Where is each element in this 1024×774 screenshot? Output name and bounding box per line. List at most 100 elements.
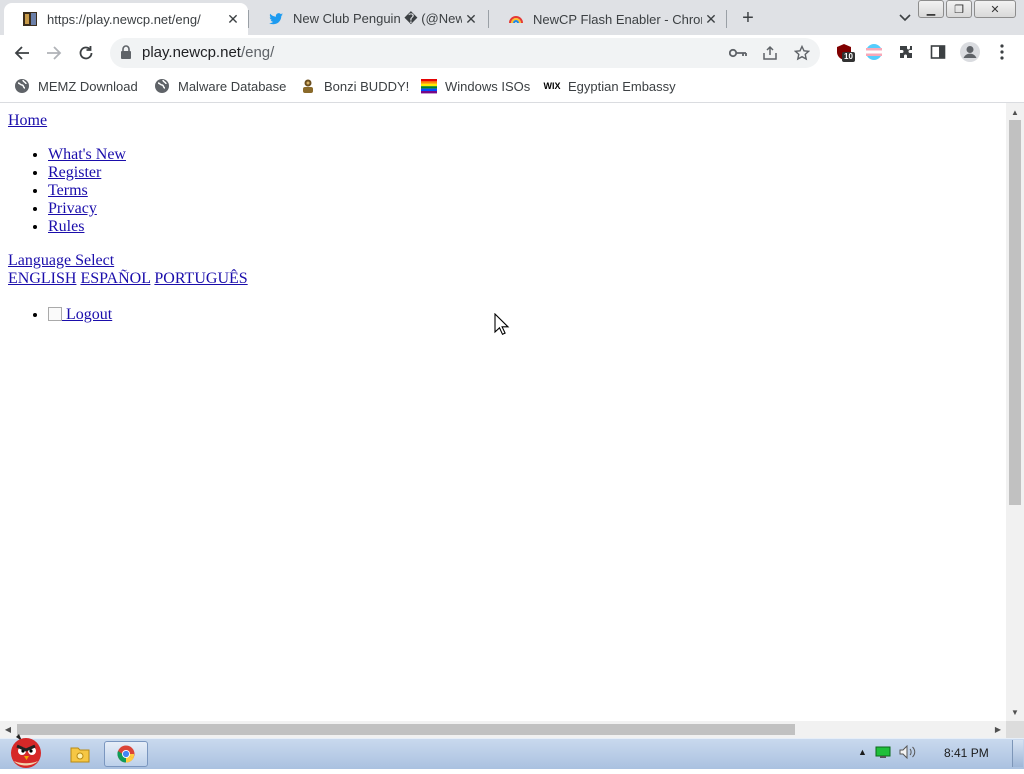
whats-new-link[interactable]: What's New [48,146,126,163]
mouse-cursor-icon [494,313,510,336]
horizontal-scrollbar[interactable]: ◀ ▶ [0,721,1006,738]
key-icon[interactable] [728,43,748,63]
bookmark-label: Windows ISOs [445,78,531,94]
scrollbar-corner [1006,721,1024,738]
taskbar-explorer-button[interactable] [58,741,102,767]
list-item: Terms [48,182,126,200]
reload-icon [79,46,93,60]
window-controls: ▁ ❐ ✕ [918,0,1016,18]
chrome-icon [117,745,135,763]
wix-icon: WIX [543,81,561,91]
profile-avatar-icon[interactable] [958,40,982,64]
list-item: Rules [48,218,126,236]
start-button[interactable] [2,731,46,769]
tab-flash-enabler[interactable]: NewCP Flash Enabler - Chrom ✕ [490,3,726,35]
volume-icon[interactable] [899,745,917,759]
horizontal-scroll-thumb[interactable] [17,724,795,735]
list-item: Logout [48,306,112,324]
logout-link[interactable]: Logout [48,306,112,323]
forward-button[interactable] [40,39,68,67]
taskbar-clock[interactable]: 8:41 PM [944,746,989,760]
restore-button[interactable]: ❐ [946,0,972,18]
tab-search-chevron-icon[interactable] [894,8,916,28]
angry-bird-start-icon [11,734,41,768]
lock-icon[interactable] [120,45,132,64]
language-espanol-link[interactable]: ESPAÑOL [80,270,150,287]
extension-badge: 10 [842,52,855,62]
register-link[interactable]: Register [48,164,101,181]
taskbar: ▲ 8:41 PM [0,734,1024,769]
back-arrow-icon [14,46,29,60]
tab-title: New Club Penguin � (@NewC [293,11,462,26]
close-tab-icon[interactable]: ✕ [224,10,242,28]
ublock-extension-icon[interactable]: 10 [832,40,856,64]
scroll-up-arrow-icon[interactable]: ▲ [1006,105,1024,119]
bookmark-egyptian-embassy[interactable]: WIX Egyptian Embassy [544,76,676,96]
bookmark-label: Egyptian Embassy [568,78,676,94]
tab-twitter[interactable]: New Club Penguin � (@NewC ✕ [250,3,486,35]
menu-kebab-icon[interactable] [990,40,1014,64]
close-window-button[interactable]: ✕ [974,0,1016,18]
terms-link[interactable]: Terms [48,182,88,199]
minimize-button[interactable]: ▁ [918,0,944,18]
list-item: What's New [48,146,126,164]
bookmark-windows-isos[interactable]: Windows ISOs [421,76,530,96]
scroll-down-arrow-icon[interactable]: ▼ [1006,705,1024,719]
close-tab-icon[interactable]: ✕ [462,10,480,28]
forward-arrow-icon [47,46,62,60]
rainbow-extension-icon [508,11,524,27]
back-button[interactable] [8,39,36,67]
browser-toolbar: play.newcp.net/eng/ 10 [0,35,1024,70]
bookmark-malware-database[interactable]: Malware Database [154,76,286,96]
scroll-right-arrow-icon[interactable]: ▶ [990,721,1006,738]
tab-separator [726,10,727,28]
show-desktop-button[interactable] [1012,740,1023,767]
globe-icon [14,78,30,94]
page-content: Home What's New Register Terms Privacy R… [0,103,1006,721]
tab-newcp[interactable]: https://play.newcp.net/eng/ ✕ [4,3,248,35]
folder-icon [70,747,90,763]
bookmark-star-icon[interactable] [792,43,812,63]
new-tab-button[interactable]: + [736,6,760,30]
logout-label: Logout [66,306,113,323]
list-item: Privacy [48,200,126,218]
bookmarks-bar: MEMZ Download Malware Database Bonzi BUD… [0,70,1024,103]
address-bar[interactable]: play.newcp.net/eng/ [110,38,820,68]
network-icon[interactable] [875,745,891,759]
url-text[interactable]: play.newcp.net/eng/ [142,44,274,61]
close-tab-icon[interactable]: ✕ [702,10,720,28]
trans-flag-extension-icon[interactable] [862,40,886,64]
show-hidden-icons-icon[interactable]: ▲ [858,747,867,757]
globe-icon [154,78,170,94]
bonzi-icon [300,78,316,94]
taskbar-chrome-button[interactable] [104,741,148,767]
share-icon[interactable] [760,43,780,63]
side-panel-icon[interactable] [926,40,950,64]
url-host: play.newcp.net [142,44,241,61]
rainbow-flag-icon [421,78,437,94]
system-tray: ▲ [858,745,917,759]
penguin-favicon [22,11,38,27]
bookmark-bonzi-buddy[interactable]: Bonzi BUDDY! [300,76,409,96]
tab-title: https://play.newcp.net/eng/ [47,11,201,27]
bookmark-memz-download[interactable]: MEMZ Download [14,76,138,96]
rules-link[interactable]: Rules [48,218,84,235]
privacy-link[interactable]: Privacy [48,200,97,217]
reload-button[interactable] [72,39,100,67]
language-select-link[interactable]: Language Select [8,252,114,270]
vertical-scroll-thumb[interactable] [1009,120,1021,505]
extensions-puzzle-icon[interactable] [894,40,918,64]
list-item: Register [48,164,126,182]
account-list: Logout [8,306,112,324]
home-link[interactable]: Home [8,112,47,130]
broken-image-icon [48,307,62,321]
bookmark-label: MEMZ Download [38,78,138,94]
tab-strip: https://play.newcp.net/eng/ ✕ New Club P… [0,0,1024,35]
tab-title: NewCP Flash Enabler - Chrom [533,11,702,27]
language-english-link[interactable]: ENGLISH [8,270,76,287]
language-portugues-link[interactable]: PORTUGUÊS [154,270,247,287]
main-nav-list: What's New Register Terms Privacy Rules [8,146,126,236]
language-options: ENGLISH ESPAÑOL PORTUGUÊS [8,270,248,288]
vertical-scrollbar[interactable]: ▲ ▼ [1006,103,1024,721]
tab-separator [248,10,249,28]
